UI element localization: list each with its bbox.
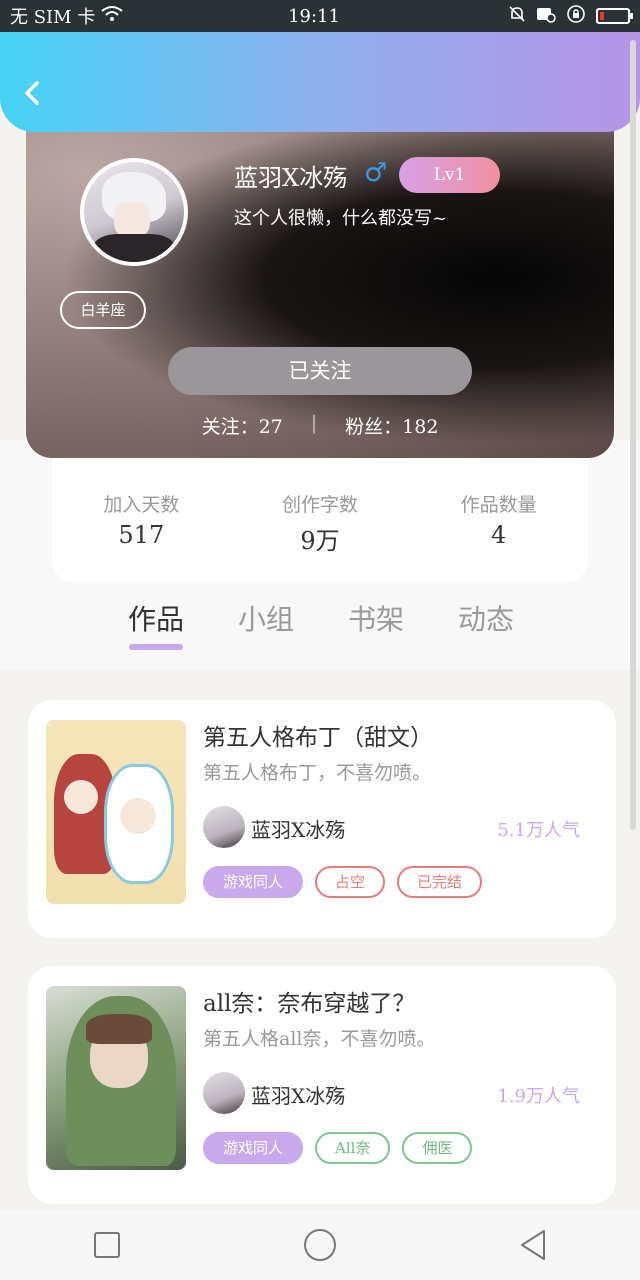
male-icon: ♂ [364,158,388,188]
zodiac-badge: 白羊座 [60,291,146,329]
tag[interactable]: 占空 [315,866,386,898]
follow-stats: 关注：27 | 粉丝：182 [26,412,614,439]
following-count[interactable]: 关注：27 [202,412,283,439]
back-triangle-icon[interactable] [513,1225,553,1265]
work-title[interactable]: all奈：奈布穿越了？ [203,984,415,1018]
system-nav-bar [0,1210,640,1280]
tag[interactable]: 佣医 [402,1132,473,1164]
follow-button[interactable]: 已关注 [168,347,472,395]
work-cover-image[interactable] [46,986,186,1170]
work-description: 第五人格all奈，不喜勿喷。 [203,1028,436,1050]
active-tab-indicator [129,644,183,650]
scrollbar[interactable] [630,40,636,830]
work-title[interactable]: 第五人格布丁（甜文） [203,718,433,752]
tag[interactable]: All奈 [315,1132,391,1164]
tab-works[interactable]: 作品 [128,598,185,650]
stat-join-days: 加入天数 517 [71,490,211,582]
author-avatar [203,1072,245,1114]
stats-card: 加入天数 517 创作字数 9万 作品数量 4 [52,458,588,582]
tab-bar: 作品 小组 书架 动态 [128,598,514,650]
carrier-text: 无 SIM 卡 [10,7,96,28]
stat-label: 加入天数 [103,494,180,516]
header-bar [0,32,640,132]
home-circle-icon[interactable] [300,1225,340,1265]
followers-count[interactable]: 粉丝：182 [345,412,438,439]
lock-rotate-icon [566,4,586,29]
stat-label: 作品数量 [460,494,537,516]
author-avatar [203,806,245,848]
bell-mute-icon [508,5,526,28]
work-card[interactable]: 第五人格布丁（甜文） 第五人格布丁，不喜勿喷。 蓝羽X冰殇 5.1万人气 游戏同… [28,700,616,938]
tag[interactable]: 已完结 [397,866,483,898]
stat-work-count: 作品数量 4 [429,490,569,582]
bio-text: 这个人很懒，什么都没写~ [234,208,448,229]
stat-value: 4 [491,521,507,549]
tag-list: 游戏同人 占空 已完结 [203,866,483,898]
status-bar: 无 SIM 卡 19:11 [0,0,640,32]
popularity-count: 5.1万人气 [497,820,580,841]
work-cover-image[interactable] [46,720,186,904]
username: 蓝羽X冰殇 [234,164,348,192]
stat-value: 9万 [300,527,340,555]
avatar[interactable] [80,158,188,266]
stat-value: 517 [118,521,165,549]
no-sim-icon [536,5,556,28]
stat-word-count: 创作字数 9万 [250,490,390,582]
author-name: 蓝羽X冰殇 [251,1084,346,1108]
tag[interactable]: 游戏同人 [203,1132,304,1164]
stat-label: 创作字数 [281,494,358,516]
work-description: 第五人格布丁，不喜勿喷。 [203,762,432,784]
author-name: 蓝羽X冰殇 [251,818,346,842]
tab-bookshelf[interactable]: 书架 [348,598,404,638]
tag[interactable]: 游戏同人 [203,866,304,898]
work-card[interactable]: all奈：奈布穿越了？ 第五人格all奈，不喜勿喷。 蓝羽X冰殇 1.9万人气 … [28,966,616,1204]
level-badge: Lv1 [399,157,500,193]
clock: 19:11 [288,5,340,27]
tab-groups[interactable]: 小组 [238,598,294,638]
profile-card: 蓝羽X冰殇 ♂ Lv1 这个人很懒，什么都没写~ 白羊座 已关注 关注：27 |… [26,100,614,458]
recent-apps-square-icon[interactable] [87,1225,127,1265]
popularity-count: 1.9万人气 [497,1086,580,1107]
tag-list: 游戏同人 All奈 佣医 [203,1132,473,1164]
tab-activity[interactable]: 动态 [458,598,514,638]
wifi-icon [101,5,123,28]
battery-icon [596,8,633,24]
stats-divider: | [310,412,318,434]
tab-label: 作品 [128,603,185,636]
chevron-left-icon[interactable] [18,78,48,108]
